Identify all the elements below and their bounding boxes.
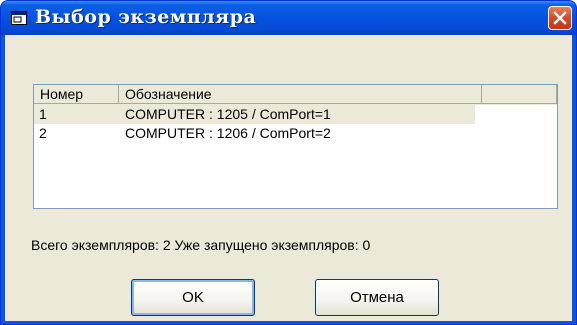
table-row[interactable]: 1 COMPUTER : 1205 / ComPort=1 bbox=[34, 105, 557, 124]
column-header-number[interactable]: Номер bbox=[34, 85, 119, 104]
instance-select-dialog: Выбор экземпляра Номер Обозначение 1 COM… bbox=[0, 0, 577, 325]
row-number: 1 bbox=[39, 106, 47, 122]
window-icon bbox=[11, 11, 27, 25]
window-title: Выбор экземпляра bbox=[35, 6, 257, 28]
instance-list[interactable]: Номер Обозначение 1 COMPUTER : 1205 / Co… bbox=[33, 84, 558, 209]
row-designation: COMPUTER : 1205 / ComPort=1 bbox=[125, 106, 331, 122]
ok-button[interactable]: OK bbox=[131, 279, 255, 316]
dialog-client-area: Номер Обозначение 1 COMPUTER : 1205 / Co… bbox=[5, 35, 572, 321]
list-header: Номер Обозначение bbox=[34, 85, 557, 105]
row-designation: COMPUTER : 1206 / ComPort=2 bbox=[125, 125, 331, 141]
instance-summary: Всего экземпляров: 2 Уже запущено экземп… bbox=[31, 237, 371, 253]
column-header-designation[interactable]: Обозначение bbox=[119, 85, 482, 104]
close-button[interactable] bbox=[548, 6, 572, 30]
row-number: 2 bbox=[39, 125, 47, 141]
column-header-filler bbox=[482, 85, 557, 104]
table-row[interactable]: 2 COMPUTER : 1206 / ComPort=2 bbox=[34, 124, 557, 143]
title-bar[interactable]: Выбор экземпляра bbox=[1, 1, 576, 35]
close-icon bbox=[553, 11, 567, 25]
cancel-button[interactable]: Отмена bbox=[315, 279, 439, 316]
